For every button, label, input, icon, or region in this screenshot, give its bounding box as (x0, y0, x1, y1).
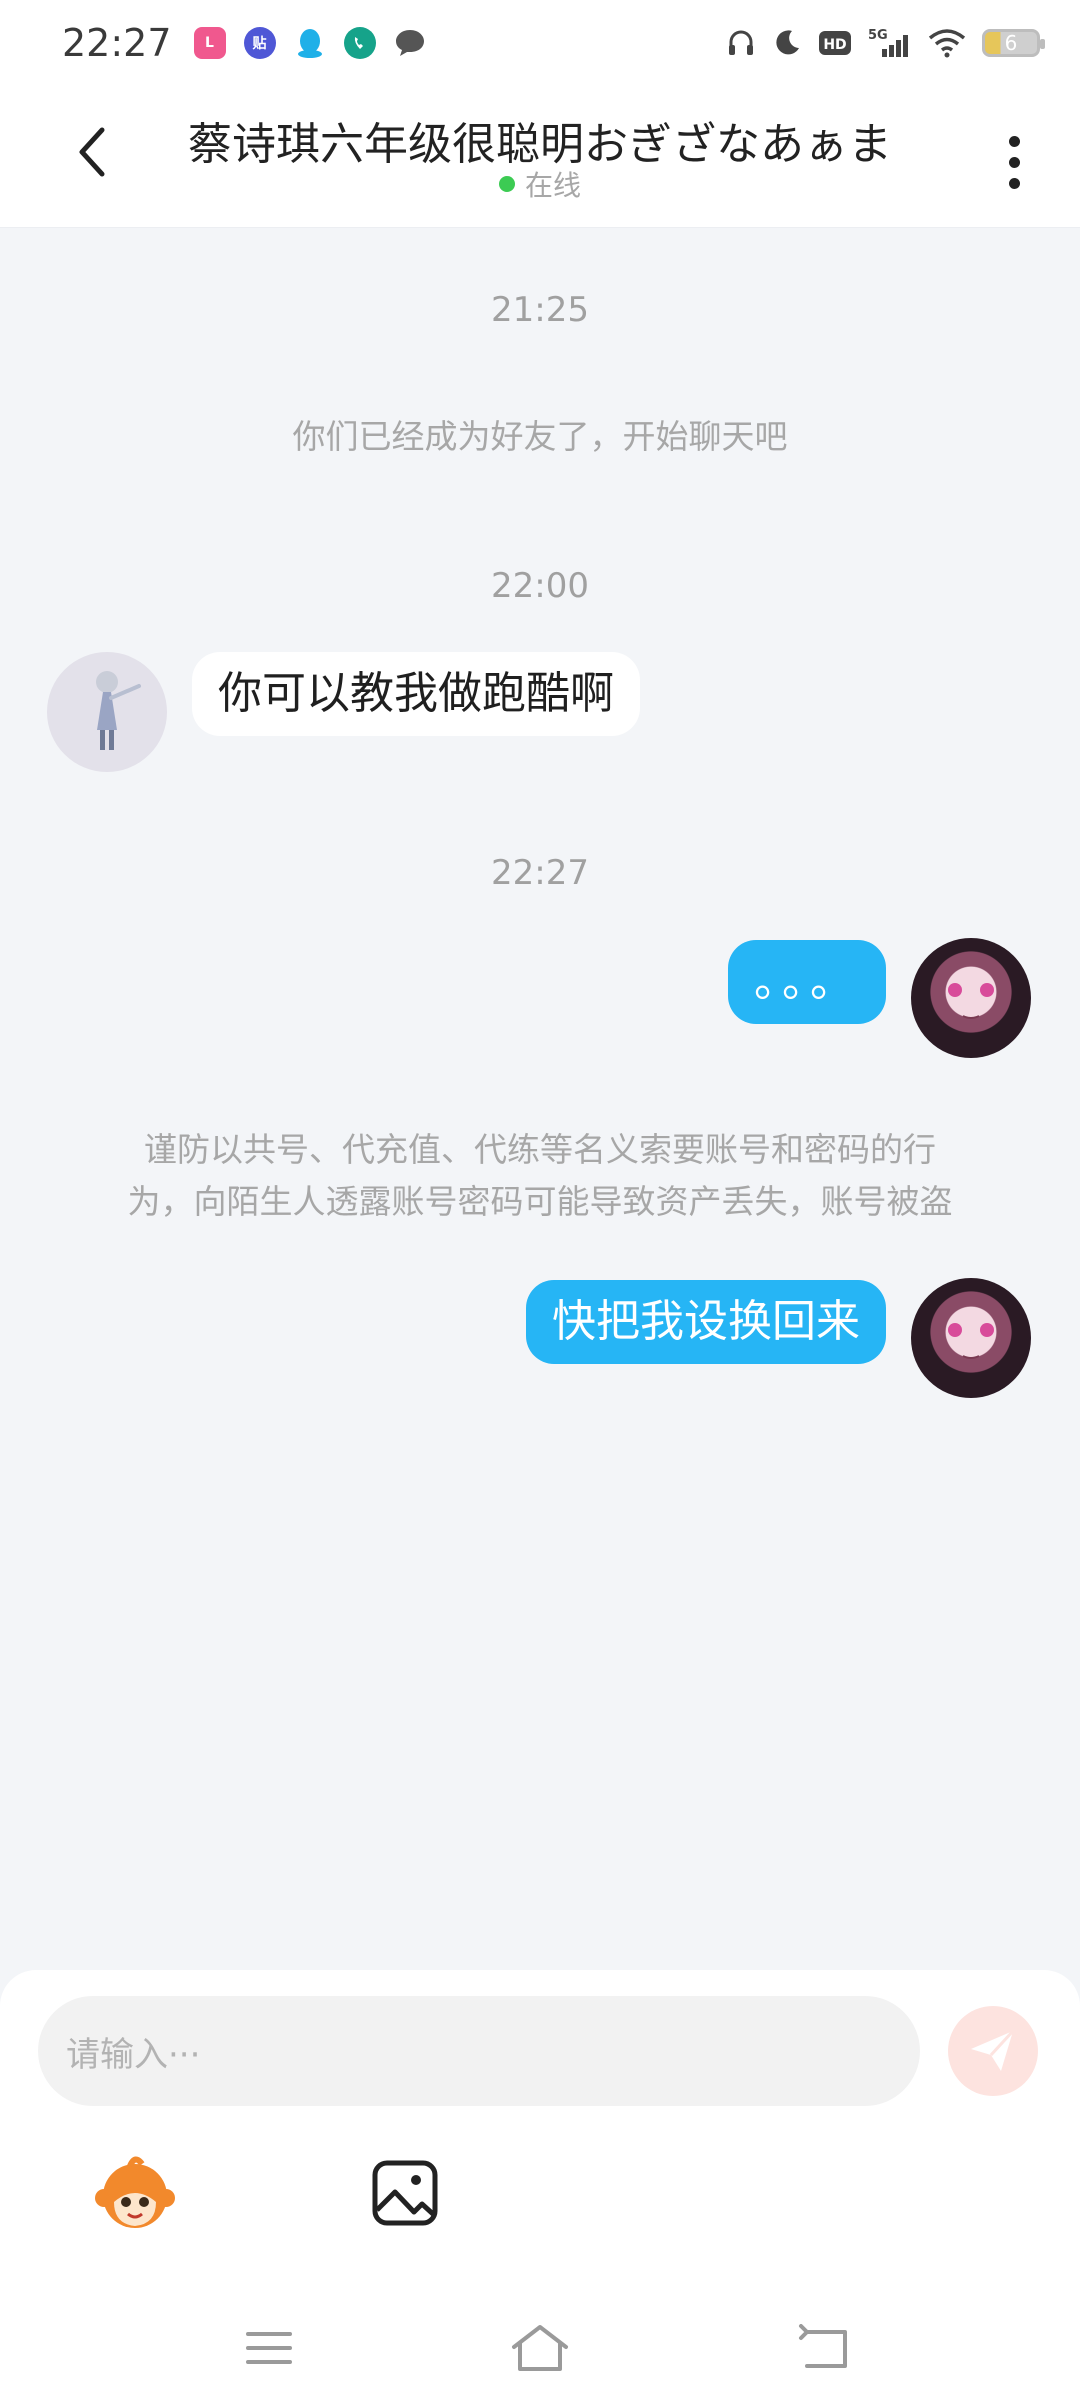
back-arrow-icon (799, 2324, 847, 2368)
emoji-button[interactable] (90, 2148, 180, 2238)
message-input[interactable]: 请输入··· (38, 1996, 920, 2106)
hd-icon: HD (818, 28, 852, 58)
outgoing-message[interactable]: 快把我设换回来 (526, 1280, 886, 1364)
outgoing-message[interactable]: 。。。 (728, 940, 886, 1024)
message-icon (394, 27, 426, 59)
battery-level: 6 (1004, 31, 1018, 55)
timestamp: 22:27 (491, 853, 589, 893)
menu-nav-button[interactable] (234, 2318, 304, 2378)
more-dot (1008, 156, 1020, 168)
more-dot (1008, 177, 1020, 189)
system-navigation-bar (0, 2290, 1080, 2408)
chat-title: 蔡诗琪六年级很聪明おぎざなあぁま (188, 119, 892, 170)
notification-icons: L 贴 (193, 27, 426, 59)
user-avatar[interactable] (911, 1278, 1031, 1398)
anime-figure-icon (96, 671, 141, 750)
status-bar: 22:27 L 贴 HD 5G 6 (0, 0, 1080, 86)
input-placeholder: 请输入··· (66, 2034, 201, 2075)
home-icon (512, 2325, 568, 2371)
online-dot (498, 176, 515, 192)
status-time: 22:27 (62, 21, 172, 65)
menu-icon (246, 2332, 292, 2364)
svg-text:HD: HD (823, 37, 846, 53)
svg-text:5G: 5G (868, 28, 888, 43)
anime-face-icon (948, 983, 994, 1019)
phone-app-icon (343, 27, 376, 59)
timestamp: 21:25 (491, 290, 589, 330)
user-avatar[interactable] (911, 938, 1031, 1058)
signal-5g-icon: 5G (868, 27, 912, 59)
paper-plane-icon (971, 2029, 1015, 2071)
online-status-label: 在线 (524, 169, 581, 202)
timestamp: 22:00 (491, 566, 589, 606)
headphones-icon (726, 28, 756, 58)
tieba-icon: 贴 (243, 27, 276, 59)
home-nav-button[interactable] (505, 2318, 575, 2378)
more-options-button[interactable] (984, 122, 1044, 202)
send-button[interactable] (948, 2006, 1038, 2096)
online-status: 在线 (0, 164, 1080, 204)
image-button[interactable] (360, 2148, 450, 2238)
incoming-message[interactable]: 你可以教我做跑酷啊 (192, 652, 640, 736)
contact-avatar[interactable] (47, 652, 167, 772)
battery-icon: 6 (982, 29, 1045, 57)
wifi-icon (928, 28, 966, 58)
warning-line-2: 为，向陌生人透露账号密码可能导致资产丢失，账号被盗 (127, 1182, 953, 1221)
warning-line-1: 谨防以共号、代充值、代练等名义索要账号和密码的行 (144, 1130, 936, 1169)
security-warning: 谨防以共号、代充值、代练等名义索要账号和密码的行 为，向陌生人透露账号密码可能导… (80, 1124, 1000, 1228)
anime-face-icon (948, 1323, 994, 1359)
lofter-icon: L (193, 27, 226, 59)
qq-icon (294, 27, 326, 59)
more-dot (1008, 135, 1020, 147)
moon-icon (772, 28, 802, 58)
monkey-emoji-icon (95, 2156, 175, 2228)
chat-header: 蔡诗琪六年级很聪明おぎざなあぁま 在线 (0, 86, 1080, 228)
system-icons: HD 5G 6 (726, 27, 1045, 59)
back-nav-button[interactable] (790, 2318, 860, 2378)
system-message: 你们已经成为好友了，开始聊天吧 (292, 417, 788, 456)
image-icon (372, 2160, 438, 2226)
